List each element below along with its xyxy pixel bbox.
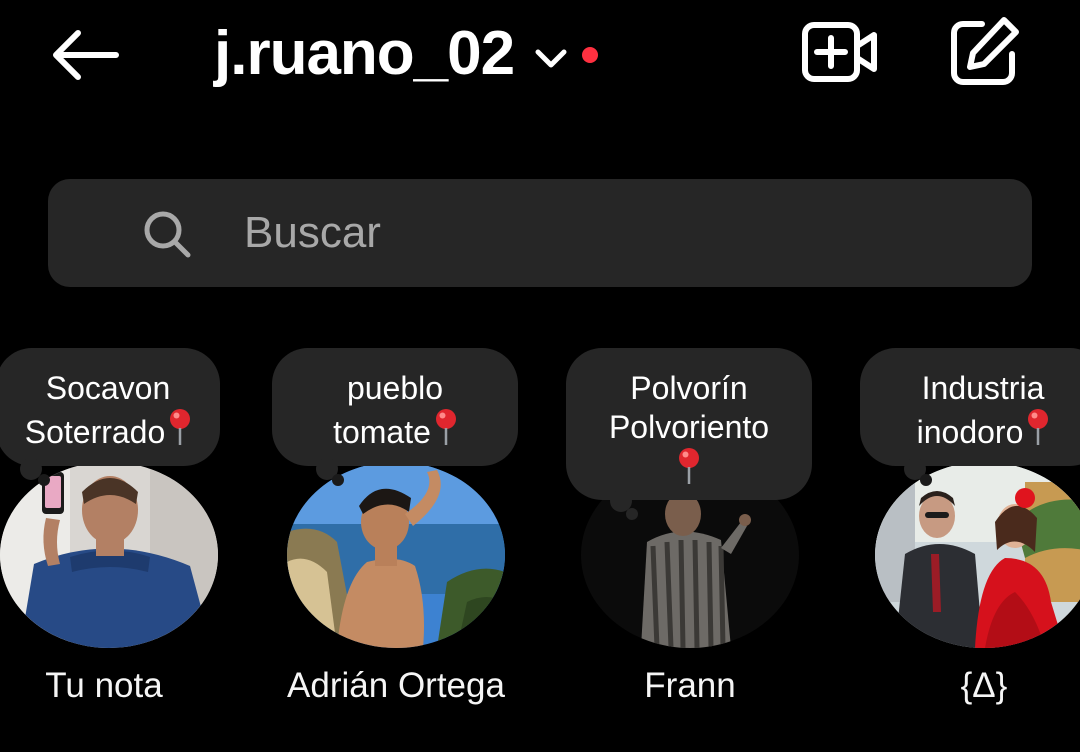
round-pushpin-icon [435, 409, 456, 445]
avatar[interactable] [287, 462, 505, 648]
note-user-name: Tu nota [45, 666, 163, 705]
note-user-name: {Δ} [960, 666, 1008, 705]
note-text-line2: Soterrado [24, 414, 166, 450]
note-item[interactable]: Polvorín Polvoriento Frann [540, 0, 840, 752]
note-bubble: Polvorín Polvoriento [566, 348, 812, 500]
note-user-name: Adrián Ortega [287, 666, 505, 705]
note-bubble-tail-dot [332, 474, 344, 486]
note-user-name: Frann [644, 666, 736, 705]
round-pushpin-icon [170, 409, 191, 445]
avatar-photo-mirror-selfie [0, 462, 218, 648]
note-text-line2: tomate [333, 414, 431, 450]
avatar[interactable] [0, 462, 218, 648]
avatar-photo-beach [287, 462, 505, 648]
round-pushpin-icon [679, 448, 699, 484]
note-bubble: Socavon Soterrado [0, 348, 220, 466]
note-text-line1: Socavon [45, 370, 171, 406]
note-text-line1: Polvorín [630, 370, 748, 406]
note-bubble-tail-dot [38, 474, 50, 486]
note-bubble: Industria inodoro [860, 348, 1080, 466]
note-item-own[interactable]: Socavon Soterrado Tu nota [0, 0, 254, 752]
round-pushpin-icon [1028, 409, 1049, 445]
avatar[interactable] [875, 462, 1080, 648]
note-bubble: pueblo tomate [272, 348, 518, 466]
note-item[interactable]: pueblo tomate Adrián Ortega [246, 0, 546, 752]
note-item[interactable]: Industria inodoro {Δ} [834, 0, 1080, 752]
note-text-line1: Industria [921, 370, 1045, 406]
note-bubble-tail-dot [920, 474, 932, 486]
note-text-line2: inodoro [916, 414, 1024, 450]
note-text-line2: Polvoriento [608, 409, 770, 445]
avatar-photo-couple [875, 462, 1080, 648]
note-text-line1: pueblo [346, 370, 444, 406]
note-bubble-tail-dot [626, 508, 638, 520]
